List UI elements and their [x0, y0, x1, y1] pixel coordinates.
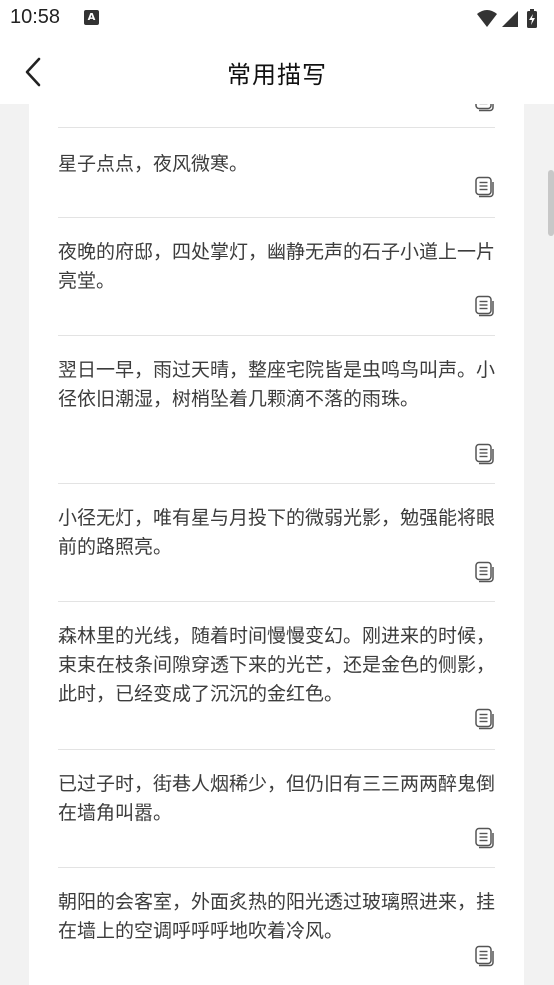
item-text: 小径无灯，唯有星与月投下的微弱光影，勉强能将眼前的路照亮。 — [58, 507, 496, 558]
item-text: 翌日一早，雨过天晴，整座宅院皆是虫鸣鸟叫声。小径依旧潮湿，树梢坠着几颗滴不落的雨… — [58, 359, 496, 410]
app-bar: 常用描写 — [0, 38, 554, 104]
battery-charging-icon — [527, 9, 537, 28]
item-text: 朝阳的会客室，外面炙热的阳光透过玻璃照进来，挂在墙上的空调呼呼呼地吹着冷风。 — [58, 891, 496, 942]
list-item — [58, 104, 495, 128]
list-item: 星子点点，夜风微寒。 — [58, 128, 495, 218]
description-list: 星子点点，夜风微寒。 夜晚的府邸，四处掌灯，幽静无声的石子小道上一片亮堂。 翌日… — [58, 104, 495, 985]
wifi-icon — [477, 10, 497, 27]
text-a-icon: A — [84, 10, 99, 25]
signal-icon — [502, 11, 518, 27]
copy-text-icon[interactable] — [473, 827, 495, 849]
list-item: 已过子时，街巷人烟稀少，但仍旧有三三两两醉鬼倒在墙角叫嚣。 — [58, 750, 495, 868]
item-text: 星子点点，夜风微寒。 — [58, 153, 249, 175]
list-item: 夜晚的府邸，四处掌灯，幽静无声的石子小道上一片亮堂。 — [58, 218, 495, 336]
list-item: 森林里的光线，随着时间慢慢变幻。刚进来的时候，束束在枝条间隙穿透下来的光芒，还是… — [58, 602, 495, 750]
item-text: 夜晚的府邸，四处掌灯，幽静无声的石子小道上一片亮堂。 — [58, 241, 496, 292]
status-time: 10:58 — [10, 6, 61, 28]
status-bar: 10:58 A — [0, 0, 554, 38]
copy-text-icon[interactable] — [473, 176, 495, 198]
content-card: 星子点点，夜风微寒。 夜晚的府邸，四处掌灯，幽静无声的石子小道上一片亮堂。 翌日… — [29, 104, 524, 985]
list-item: 翌日一早，雨过天晴，整座宅院皆是虫鸣鸟叫声。小径依旧潮湿，树梢坠着几颗滴不落的雨… — [58, 336, 495, 484]
copy-text-icon[interactable] — [473, 561, 495, 583]
copy-text-icon[interactable] — [473, 945, 495, 967]
item-text: 已过子时，街巷人烟稀少，但仍旧有三三两两醉鬼倒在墙角叫嚣。 — [58, 773, 496, 824]
copy-text-icon[interactable] — [473, 708, 495, 730]
list-item: 小径无灯，唯有星与月投下的微弱光影，勉强能将眼前的路照亮。 — [58, 484, 495, 602]
page-title: 常用描写 — [227, 61, 327, 89]
status-icons — [476, 8, 546, 30]
item-text: 森林里的光线，随着时间慢慢变幻。刚进来的时候，束束在枝条间隙穿透下来的光芒，还是… — [58, 625, 496, 705]
list-item: 朝阳的会客室，外面炙热的阳光透过玻璃照进来，挂在墙上的空调呼呼呼地吹着冷风。 — [58, 868, 495, 985]
copy-text-icon[interactable] — [473, 104, 495, 112]
copy-text-icon[interactable] — [473, 295, 495, 317]
scrollbar-thumb[interactable] — [548, 170, 554, 236]
copy-text-icon[interactable] — [473, 443, 495, 465]
